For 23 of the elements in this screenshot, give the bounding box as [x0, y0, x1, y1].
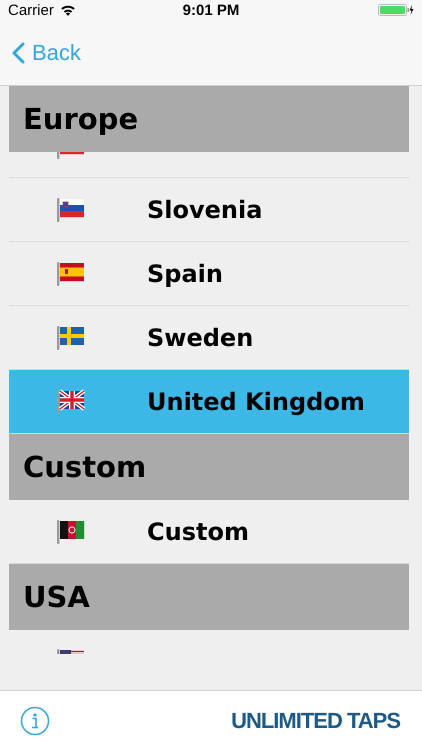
carrier-name: Carrier [8, 2, 54, 18]
section-header: USA [9, 564, 409, 630]
country-name: Custom [147, 518, 249, 546]
flag-icon [56, 388, 86, 414]
flag-icon [56, 648, 86, 654]
info-icon[interactable] [20, 706, 50, 736]
chevron-icon [12, 42, 25, 64]
country-name: Sweden [147, 324, 254, 352]
country-name: Spain [147, 260, 223, 288]
country-name: United Kingdom [147, 388, 365, 416]
flag-icon [56, 518, 86, 544]
wifi-icon [60, 4, 76, 16]
brand-logo: UNLIMITED TAPS [231, 708, 400, 734]
country-name: Slovenia [147, 196, 262, 224]
flag-icon [56, 152, 86, 160]
country-row[interactable]: United Kingdom [9, 370, 409, 434]
flag-icon [56, 196, 86, 222]
section-header: Europe [9, 86, 409, 152]
flag-icon [56, 260, 86, 286]
battery-icon [378, 4, 414, 16]
clock-time: 9:01 PM [182, 2, 240, 18]
flag-icon [56, 324, 86, 350]
section-header: Custom [9, 434, 409, 500]
